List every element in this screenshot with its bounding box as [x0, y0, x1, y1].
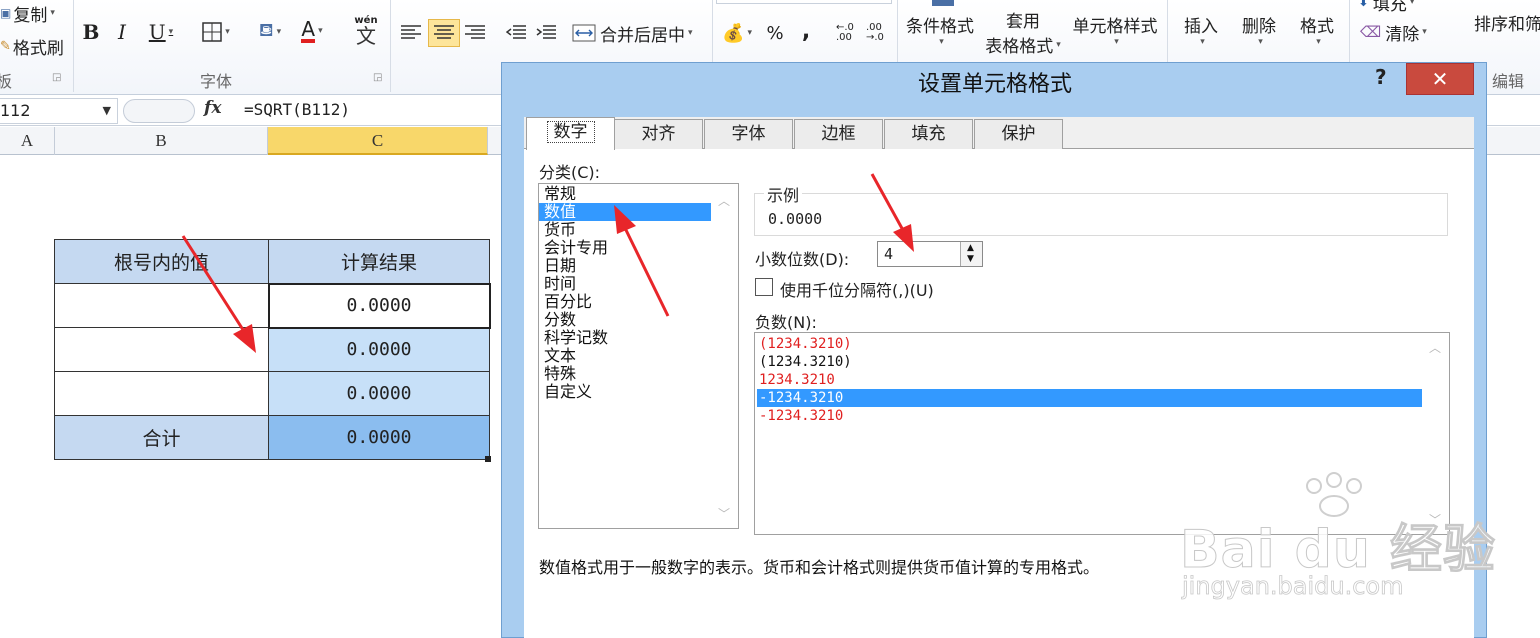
watermark: Bai du 经验 jingyan.baidu.com — [1180, 472, 1496, 612]
tab-number[interactable]: 数字 — [526, 117, 615, 150]
watermark-brand: Bai du 经验 — [1180, 520, 1496, 581]
watermark-url: jingyan.baidu.com — [1182, 572, 1404, 601]
